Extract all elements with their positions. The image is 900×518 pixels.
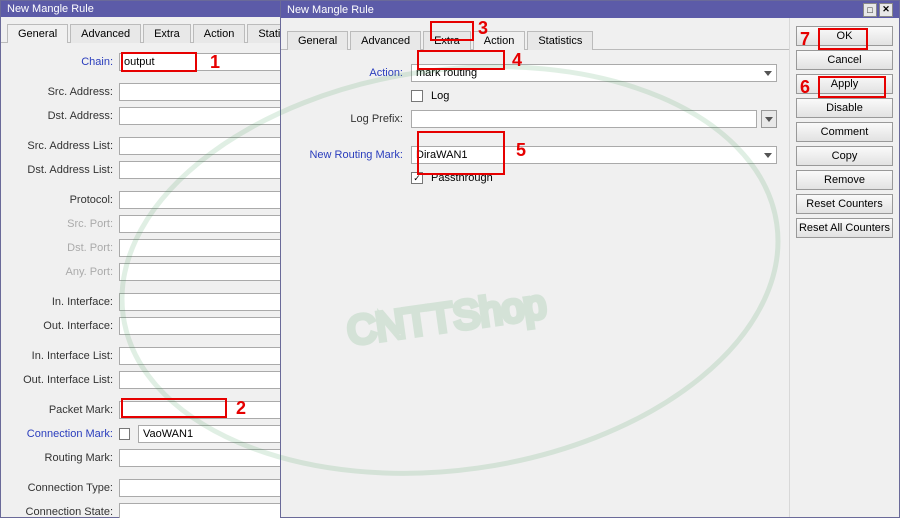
label-connection-state: Connection State: xyxy=(1,506,119,518)
tab2-extra[interactable]: Extra xyxy=(423,31,471,50)
chevron-down-icon xyxy=(764,71,772,76)
invert-connection-mark[interactable] xyxy=(119,428,130,440)
disable-button[interactable]: Disable xyxy=(796,98,893,118)
label-dst-port: Dst. Port: xyxy=(1,242,119,254)
label-src-port: Src. Port: xyxy=(1,218,119,230)
input-any-port[interactable] xyxy=(119,263,307,281)
title-1: New Mangle Rule xyxy=(7,3,94,15)
titlebar-2: New Mangle Rule □ ✕ xyxy=(281,1,899,18)
label-connection-mark: Connection Mark: xyxy=(1,428,119,440)
label-passthrough: Passthrough xyxy=(431,172,493,184)
input-dst-port[interactable] xyxy=(119,239,307,257)
tab-extra[interactable]: Extra xyxy=(143,24,191,43)
input-src-address-list[interactable] xyxy=(119,137,307,155)
ok-button[interactable]: OK xyxy=(796,26,893,46)
label-in-interface-list: In. Interface List: xyxy=(1,350,119,362)
minimize-button[interactable]: □ xyxy=(863,3,877,17)
label-log: Log xyxy=(431,90,449,102)
input-in-interface-list[interactable] xyxy=(119,347,307,365)
label-connection-type: Connection Type: xyxy=(1,482,119,494)
label-dst-address: Dst. Address: xyxy=(1,110,119,122)
apply-button[interactable]: Apply xyxy=(796,74,893,94)
select-new-routing-mark[interactable]: DiraWAN1 xyxy=(411,146,777,164)
input-log-prefix[interactable] xyxy=(411,110,757,128)
label-dst-address-list: Dst. Address List: xyxy=(1,164,119,176)
input-dst-address-list[interactable] xyxy=(119,161,307,179)
input-out-interface[interactable] xyxy=(119,317,307,335)
dropdown-log-prefix[interactable] xyxy=(761,110,777,128)
tab2-action[interactable]: Action xyxy=(473,31,526,50)
tab2-advanced[interactable]: Advanced xyxy=(350,31,421,50)
titlebar-1: New Mangle Rule xyxy=(1,1,319,17)
input-src-port[interactable] xyxy=(119,215,307,233)
tabs-2: General Advanced Extra Action Statistics xyxy=(281,24,789,50)
tab2-general[interactable]: General xyxy=(287,31,348,50)
input-dst-address[interactable] xyxy=(119,107,307,125)
label-any-port: Any. Port: xyxy=(1,266,119,278)
tab2-statistics[interactable]: Statistics xyxy=(527,31,593,50)
window-action: New Mangle Rule □ ✕ General Advanced Ext… xyxy=(280,0,900,518)
label-in-interface: In. Interface: xyxy=(1,296,119,308)
checkbox-passthrough[interactable]: ✓ xyxy=(411,172,423,184)
input-out-interface-list[interactable] xyxy=(119,371,307,389)
input-src-address[interactable] xyxy=(119,83,307,101)
remove-button[interactable]: Remove xyxy=(796,170,893,190)
input-protocol[interactable] xyxy=(119,191,307,209)
select-action[interactable]: mark routing xyxy=(411,64,777,82)
reset-all-counters-button[interactable]: Reset All Counters xyxy=(796,218,893,238)
input-connection-type[interactable] xyxy=(119,479,307,497)
label-protocol: Protocol: xyxy=(1,194,119,206)
label-chain: Chain: xyxy=(1,56,119,68)
input-chain[interactable] xyxy=(119,53,307,71)
label-action: Action: xyxy=(281,67,411,79)
label-new-routing-mark: New Routing Mark: xyxy=(281,149,411,161)
window-general: New Mangle Rule General Advanced Extra A… xyxy=(0,0,320,518)
label-out-interface: Out. Interface: xyxy=(1,320,119,332)
input-routing-mark[interactable] xyxy=(119,449,307,467)
tab-general[interactable]: General xyxy=(7,24,68,43)
label-src-address-list: Src. Address List: xyxy=(1,140,119,152)
label-src-address: Src. Address: xyxy=(1,86,119,98)
label-routing-mark: Routing Mark: xyxy=(1,452,119,464)
label-log-prefix: Log Prefix: xyxy=(281,113,411,125)
cancel-button[interactable]: Cancel xyxy=(796,50,893,70)
tab-action[interactable]: Action xyxy=(193,24,246,43)
input-connection-state[interactable] xyxy=(119,503,307,518)
label-out-interface-list: Out. Interface List: xyxy=(1,374,119,386)
tab-advanced[interactable]: Advanced xyxy=(70,24,141,43)
input-in-interface[interactable] xyxy=(119,293,307,311)
form-1: Chain: Src. Address: Dst. Address: Src. … xyxy=(1,43,319,518)
copy-button[interactable]: Copy xyxy=(796,146,893,166)
comment-button[interactable]: Comment xyxy=(796,122,893,142)
reset-counters-button[interactable]: Reset Counters xyxy=(796,194,893,214)
label-packet-mark: Packet Mark: xyxy=(1,404,119,416)
chevron-down-icon xyxy=(764,153,772,158)
close-button[interactable]: ✕ xyxy=(879,3,893,17)
tabs-1: General Advanced Extra Action Statistics xyxy=(1,17,319,43)
button-panel: OK Cancel Apply Disable Comment Copy Rem… xyxy=(789,18,899,517)
checkbox-log[interactable] xyxy=(411,90,423,102)
input-packet-mark[interactable] xyxy=(119,401,307,419)
title-2: New Mangle Rule xyxy=(287,4,374,16)
chevron-down-icon xyxy=(765,117,773,122)
